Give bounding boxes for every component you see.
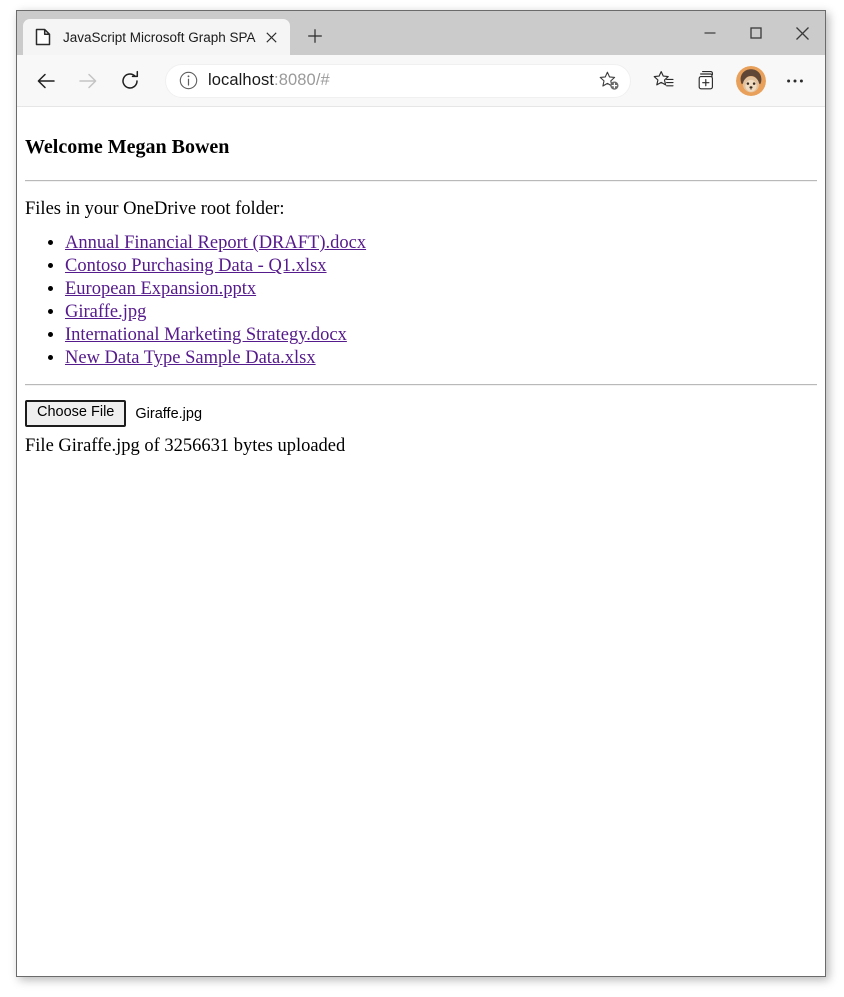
tab-close-icon[interactable]	[260, 25, 284, 49]
file-list: Annual Financial Report (DRAFT).docx Con…	[25, 232, 817, 370]
info-circle-icon[interactable]	[176, 69, 200, 93]
file-upload-row: Choose File Giraffe.jpg	[25, 400, 817, 428]
window-close-button[interactable]	[779, 11, 825, 55]
window-controls	[687, 11, 825, 55]
url-text[interactable]: localhost:8080/#	[208, 71, 596, 90]
divider-top	[25, 180, 817, 182]
file-link[interactable]: Annual Financial Report (DRAFT).docx	[65, 233, 366, 253]
list-item: International Marketing Strategy.docx	[65, 324, 817, 347]
list-item: European Expansion.pptx	[65, 278, 817, 301]
back-button[interactable]	[28, 63, 64, 99]
reload-button[interactable]	[112, 63, 148, 99]
divider-bottom	[25, 384, 817, 387]
list-item: Contoso Purchasing Data - Q1.xlsx	[65, 255, 817, 278]
page-document-icon	[35, 28, 51, 46]
page-content: Welcome Megan Bowen Files in your OneDri…	[17, 107, 825, 976]
window-maximize-button[interactable]	[733, 11, 779, 55]
collections-icon[interactable]	[689, 63, 725, 99]
browser-window: JavaScript Microsoft Graph SPA localhost…	[16, 10, 826, 977]
settings-more-icon[interactable]	[777, 63, 813, 99]
list-item: Giraffe.jpg	[65, 301, 817, 324]
star-plus-icon[interactable]	[596, 68, 622, 94]
profile-avatar-icon[interactable]	[736, 65, 766, 96]
browser-toolbar: localhost:8080/#	[17, 55, 825, 107]
browser-tab-active[interactable]: JavaScript Microsoft Graph SPA	[23, 19, 290, 55]
file-link[interactable]: New Data Type Sample Data.xlsx	[65, 348, 316, 368]
choose-file-button[interactable]: Choose File	[25, 400, 127, 428]
files-label: Files in your OneDrive root folder:	[25, 199, 285, 219]
file-link[interactable]: Contoso Purchasing Data - Q1.xlsx	[65, 256, 327, 276]
tab-list: JavaScript Microsoft Graph SPA	[17, 11, 330, 55]
window-minimize-button[interactable]	[687, 11, 733, 55]
new-tab-button[interactable]	[300, 21, 330, 51]
file-link[interactable]: International Marketing Strategy.docx	[65, 325, 347, 345]
tab-title: JavaScript Microsoft Graph SPA	[63, 29, 256, 45]
url-path: :8080/#	[274, 71, 330, 89]
page-title: Welcome Megan Bowen	[25, 136, 230, 158]
url-host: localhost	[208, 71, 275, 89]
tab-strip: JavaScript Microsoft Graph SPA	[17, 11, 825, 55]
upload-status-text: File Giraffe.jpg of 3256631 bytes upload…	[25, 436, 346, 457]
file-link[interactable]: Giraffe.jpg	[65, 302, 146, 322]
forward-button	[70, 63, 106, 99]
list-item: New Data Type Sample Data.xlsx	[65, 347, 817, 370]
list-item: Annual Financial Report (DRAFT).docx	[65, 232, 817, 255]
chosen-file-name: Giraffe.jpg	[135, 405, 203, 422]
address-bar[interactable]: localhost:8080/#	[165, 63, 631, 98]
file-link[interactable]: European Expansion.pptx	[65, 279, 256, 299]
favorites-star-icon[interactable]	[645, 63, 681, 99]
